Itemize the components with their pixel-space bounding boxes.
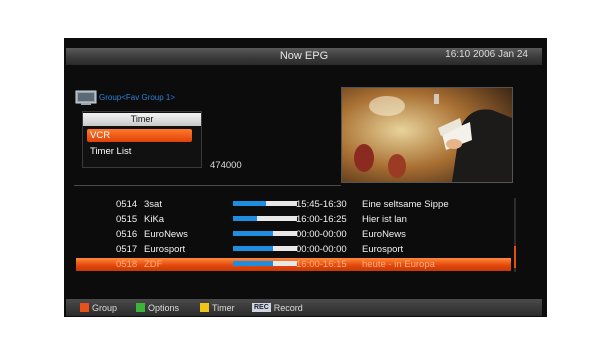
channel-number: 0518 bbox=[116, 259, 138, 270]
program-time: 15:45-16:30 bbox=[296, 199, 347, 210]
progress-bar bbox=[233, 261, 297, 266]
group-selector[interactable]: Group<Fav Group 1> bbox=[99, 93, 175, 102]
channel-name: 3sat bbox=[144, 199, 162, 210]
program-title: Eine seltsame Sippe bbox=[362, 199, 449, 210]
epg-screen: Now EPG 16:10 2006 Jan 24 Group<Fav Grou… bbox=[64, 38, 547, 317]
program-title: Eurosport bbox=[362, 244, 404, 255]
timer-key-label: Timer bbox=[212, 303, 235, 313]
channel-name: EuroNews bbox=[144, 229, 188, 240]
channel-number: 0516 bbox=[116, 229, 138, 240]
progress-bar bbox=[233, 231, 297, 236]
timer-key[interactable]: Timer bbox=[200, 303, 235, 313]
options-key[interactable]: Options bbox=[136, 303, 179, 313]
channel-number: 0514 bbox=[116, 199, 138, 210]
options-key-label: Options bbox=[148, 303, 180, 313]
program-title: Hier ist lan bbox=[362, 214, 407, 225]
menu-item-timer-list[interactable]: Timer List bbox=[87, 145, 192, 158]
progress-bar bbox=[233, 201, 297, 206]
frequency-readout: 474000 bbox=[210, 160, 242, 171]
channel-row-selected[interactable]: 0518 ZDF 16:00-16:15 heute - in Europa bbox=[76, 258, 511, 271]
record-key[interactable]: REC Record bbox=[252, 303, 303, 313]
green-key-icon bbox=[136, 303, 145, 312]
channel-list-scrollbar[interactable] bbox=[514, 198, 516, 272]
tv-icon bbox=[75, 90, 97, 105]
program-title: heute - in Europa bbox=[362, 259, 435, 270]
program-time: 00:00-00:00 bbox=[296, 244, 347, 255]
channel-name: KiKa bbox=[144, 214, 165, 225]
channel-row[interactable]: 0514 3sat 15:45-16:30 Eine seltsame Sipp… bbox=[76, 198, 511, 211]
video-preview bbox=[341, 87, 513, 183]
red-key-icon bbox=[80, 303, 89, 312]
program-time: 16:00-16:25 bbox=[296, 214, 347, 225]
header-bar: Now EPG 16:10 2006 Jan 24 bbox=[66, 48, 542, 65]
progress-bar bbox=[233, 216, 297, 221]
channel-row[interactable]: 0516 EuroNews 00:00-00:00 EuroNews bbox=[76, 228, 511, 241]
clock-display: 16:10 2006 Jan 24 bbox=[445, 49, 528, 60]
progress-bar bbox=[233, 246, 297, 251]
channel-name: ZDF bbox=[144, 259, 163, 270]
group-key-label: Group bbox=[92, 303, 118, 313]
scroll-thumb[interactable] bbox=[514, 246, 516, 268]
channel-name: Eurosport bbox=[144, 244, 186, 255]
channel-number: 0515 bbox=[116, 214, 138, 225]
program-time: 00:00-00:00 bbox=[296, 229, 347, 240]
program-time: 16:00-16:15 bbox=[296, 259, 347, 270]
channel-number: 0517 bbox=[116, 244, 138, 255]
footer-key-bar: Group Options Timer REC Record bbox=[66, 299, 542, 316]
channel-row[interactable]: 0515 KiKa 16:00-16:25 Hier ist lan bbox=[76, 213, 511, 226]
group-key[interactable]: Group bbox=[80, 303, 117, 313]
program-title: EuroNews bbox=[362, 229, 406, 240]
channel-row[interactable]: 0517 Eurosport 00:00-00:00 Eurosport bbox=[76, 243, 511, 256]
divider bbox=[74, 185, 341, 186]
timer-menu-title: Timer bbox=[83, 113, 201, 126]
menu-item-vcr[interactable]: VCR bbox=[87, 129, 192, 142]
timer-menu: Timer VCR Timer List bbox=[82, 111, 202, 168]
record-key-label: Record bbox=[273, 303, 303, 313]
yellow-key-icon bbox=[200, 303, 209, 312]
rec-icon: REC bbox=[252, 303, 271, 312]
